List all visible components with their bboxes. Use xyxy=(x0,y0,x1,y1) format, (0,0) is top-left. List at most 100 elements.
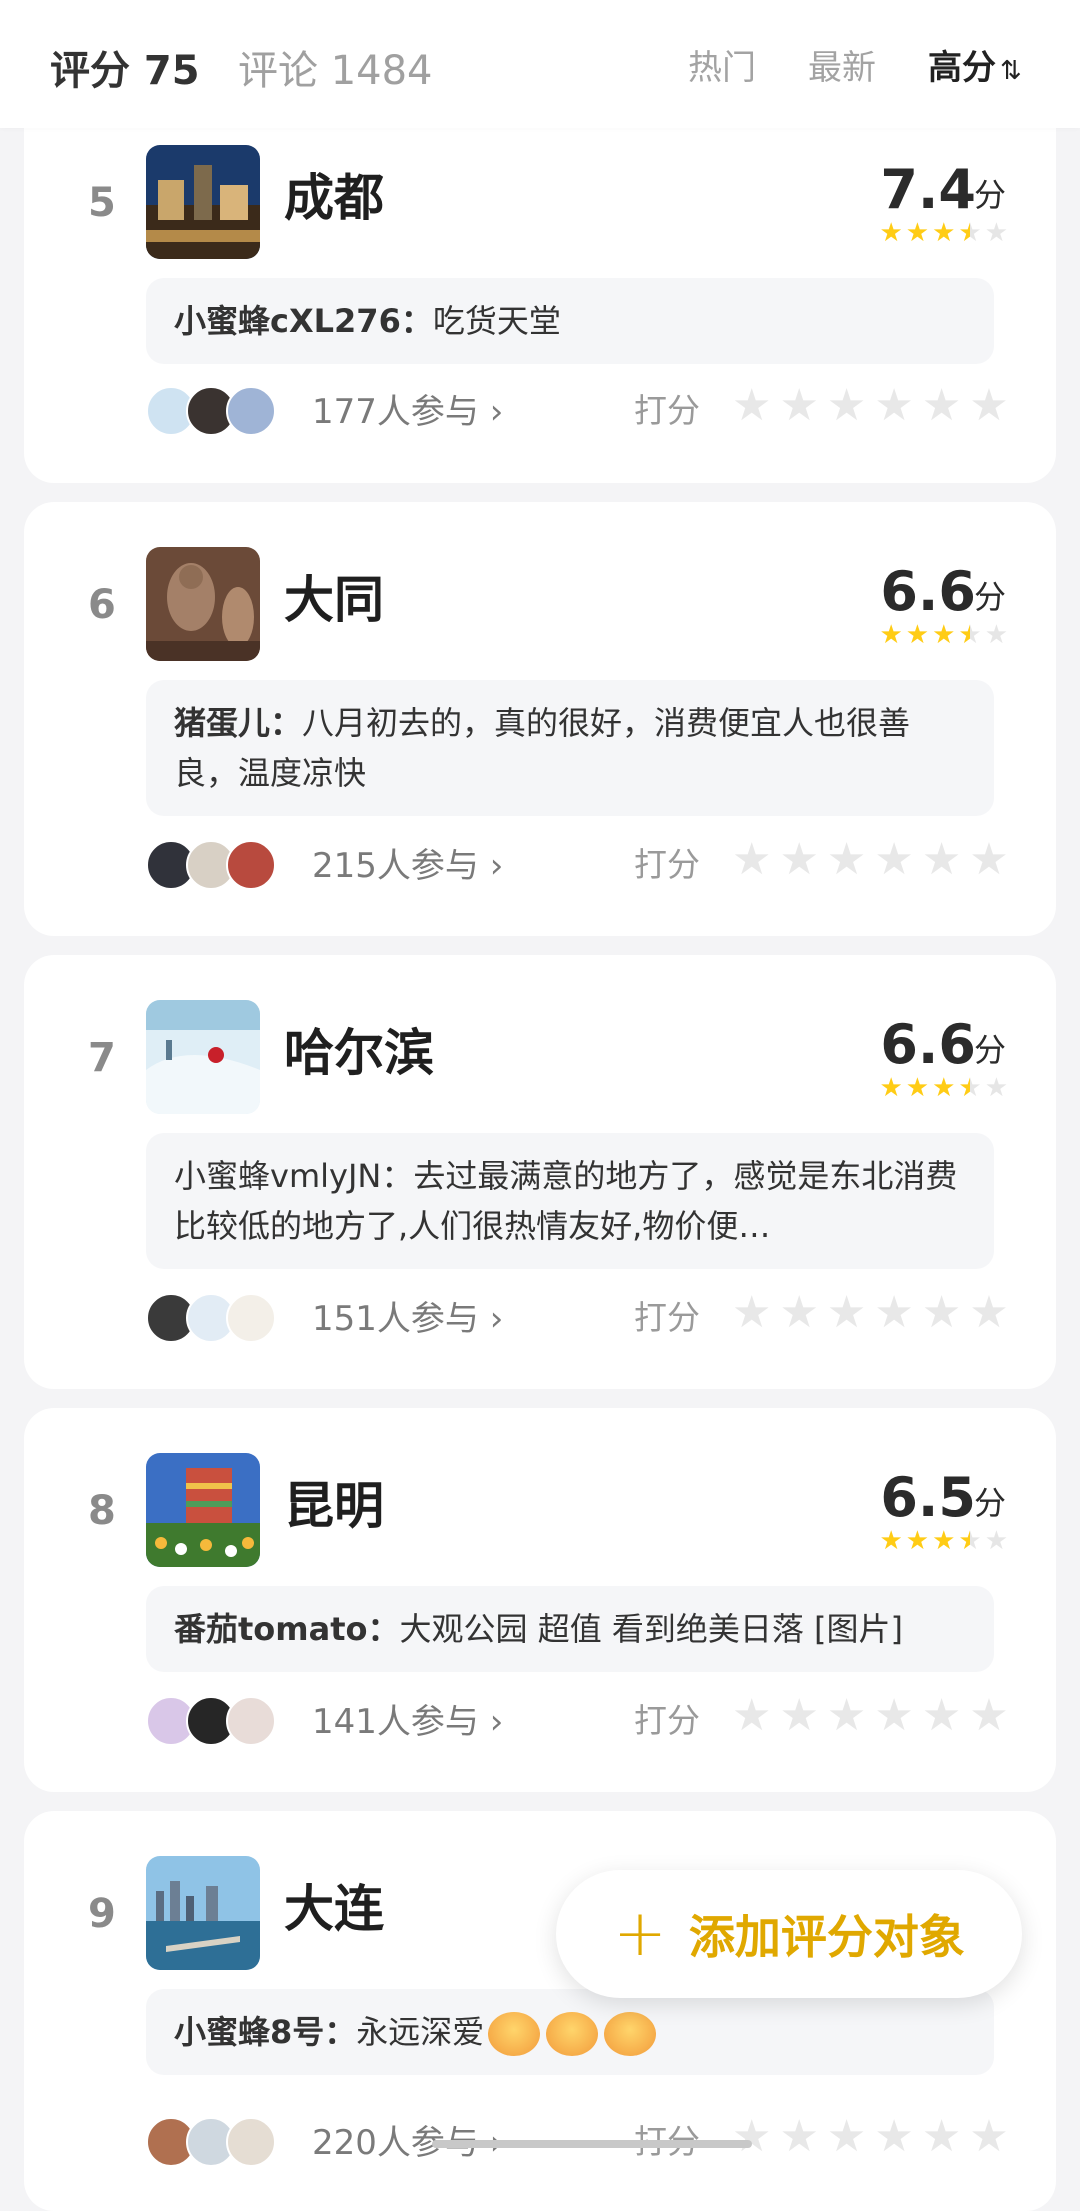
city-name: 成都 xyxy=(284,169,384,227)
rate-star-icon[interactable]: ★ xyxy=(779,380,818,432)
sort-new-tab[interactable]: 最新 xyxy=(808,40,876,89)
rank-card-harbin[interactable]: 7 哈尔滨 6.6 分 ★ ★ ★ ★ ★ 小蜜蜂vmlyJN：去过最满意的地方了，感觉… xyxy=(24,955,1056,1389)
rate-star-icon[interactable]: ★ xyxy=(969,2111,1008,2163)
sort-high-tab[interactable]: 高分 ⇅ xyxy=(928,40,1022,89)
comment-count[interactable]: 评论 1484 xyxy=(238,38,433,96)
rate-star-icon[interactable]: ★ xyxy=(827,380,866,432)
star-icon: ★ xyxy=(905,218,930,248)
rate-star-icon[interactable]: ★ xyxy=(969,1287,1008,1339)
card-footer: 151人参与 › 打分 ★ ★ ★ ★ ★ ★ xyxy=(146,1287,1016,1347)
rate-star-icon[interactable]: ★ xyxy=(779,1690,818,1742)
star-icon: ★ xyxy=(932,218,956,248)
top-comment[interactable]: 猪蛋儿：八月初去的，真的很好，消费便宜人也很善良，温度凉快 xyxy=(146,680,994,816)
participant-avatars[interactable] xyxy=(146,1293,276,1343)
participant-avatars[interactable] xyxy=(146,386,276,436)
comment-text: 永远深爱 xyxy=(356,2013,485,2051)
rate-star-input[interactable]: ★ ★ ★ ★ ★ ★ xyxy=(732,834,1009,886)
city-thumbnail xyxy=(146,1856,260,1970)
rate-star-icon[interactable]: ★ xyxy=(779,834,818,886)
avatar xyxy=(226,386,276,436)
rate-label: 打分 xyxy=(634,1298,700,1337)
rate-star-icon[interactable]: ★ xyxy=(779,1287,818,1339)
rate-star-input[interactable]: ★ ★ ★ ★ ★ ★ xyxy=(732,2111,1009,2163)
top-comment[interactable]: 小蜜蜂vmlyJN：去过最满意的地方了，感觉是东北消费比较低的地方了,人们很热情… xyxy=(146,1133,994,1269)
sort-order-icon: ⇅ xyxy=(1000,56,1022,86)
rate-star-icon[interactable]: ★ xyxy=(827,834,866,886)
rating-stars: ★ ★ ★ ★ ★ xyxy=(879,220,1008,246)
sort-hot-tab[interactable]: 热门 xyxy=(688,40,756,89)
rating-stars: ★ ★ ★ ★ ★ xyxy=(879,1075,1008,1101)
participant-count-link[interactable]: 215人参与 › xyxy=(312,838,503,887)
city-thumbnail xyxy=(146,145,260,259)
score-value: 6.6 xyxy=(880,560,976,623)
rate-star-icon[interactable]: ★ xyxy=(732,1287,771,1339)
rate-star-icon[interactable]: ★ xyxy=(922,1287,961,1339)
participant-avatars[interactable] xyxy=(146,2117,276,2167)
rate-star-icon[interactable]: ★ xyxy=(969,1690,1008,1742)
participant-count-link[interactable]: 151人参与 › xyxy=(312,1291,503,1340)
rate-star-icon[interactable]: ★ xyxy=(874,1690,913,1742)
rate-star-icon[interactable]: ★ xyxy=(922,2111,961,2163)
rate-star-input[interactable]: ★ ★ ★ ★ ★ ★ xyxy=(732,380,1009,432)
rate-label: 打分 xyxy=(634,845,700,884)
rank-card-chengdu[interactable]: 5 成都 7.4 分 ★ ★ ★ ★ ★ 小蜜蜂cXL276：吃货天堂 177人参与 ›… xyxy=(24,90,1056,483)
score-value: 6.5 xyxy=(880,1466,976,1529)
rate-star-input[interactable]: ★ ★ ★ ★ ★ ★ xyxy=(732,1690,1009,1742)
comment-author: 小蜜蜂vmlyJN： xyxy=(174,1157,414,1195)
star-icon: ★ xyxy=(905,1526,930,1556)
rate-star-icon[interactable]: ★ xyxy=(874,380,913,432)
participant-count-link[interactable]: 141人参与 › xyxy=(312,1694,503,1743)
rate-star-input[interactable]: ★ ★ ★ ★ ★ ★ xyxy=(732,1287,1009,1339)
rate-label: 打分 xyxy=(634,1701,700,1740)
city-name: 哈尔滨 xyxy=(284,1024,434,1082)
city-name: 昆明 xyxy=(284,1477,384,1535)
participant-avatars[interactable] xyxy=(146,1696,276,1746)
rate-star-icon[interactable]: ★ xyxy=(827,1690,866,1742)
star-icon: ★ xyxy=(879,1073,903,1103)
rate-star-icon[interactable]: ★ xyxy=(969,834,1008,886)
card-footer: 215人参与 › 打分 ★ ★ ★ ★ ★ ★ xyxy=(146,834,1016,894)
comment-author: 番茄tomato： xyxy=(174,1610,400,1648)
star-icon: ★ xyxy=(932,620,956,650)
top-comment[interactable]: 小蜜蜂cXL276：吃货天堂 xyxy=(146,278,994,364)
score-unit: 分 xyxy=(973,1031,1006,1069)
city-thumbnail xyxy=(146,547,260,661)
rate-star-icon[interactable]: ★ xyxy=(779,2111,818,2163)
rate-star-icon[interactable]: ★ xyxy=(922,380,961,432)
rate-star-icon[interactable]: ★ xyxy=(732,380,771,432)
rate-star-icon[interactable]: ★ xyxy=(732,834,771,886)
empty-star-icon: ★ xyxy=(984,1526,1008,1556)
participant-avatars[interactable] xyxy=(146,840,276,890)
half-star-icon: ★ xyxy=(958,1526,982,1556)
comment-author: 小蜜蜂8号： xyxy=(174,2013,357,2051)
rate-star-icon[interactable]: ★ xyxy=(827,2111,866,2163)
top-comment[interactable]: 小蜜蜂8号：永远深爱 xyxy=(146,1989,994,2075)
star-icon: ★ xyxy=(905,620,930,650)
avatar xyxy=(226,1293,276,1343)
avatar xyxy=(226,1696,276,1746)
star-icon: ★ xyxy=(905,1073,930,1103)
rate-star-icon[interactable]: ★ xyxy=(874,834,913,886)
rate-star-icon[interactable]: ★ xyxy=(922,834,961,886)
rate-star-icon[interactable]: ★ xyxy=(874,1287,913,1339)
rate-star-icon[interactable]: ★ xyxy=(922,1690,961,1742)
rate-star-icon[interactable]: ★ xyxy=(732,1690,771,1742)
participant-count-link[interactable]: 177人参与 › xyxy=(312,384,503,433)
rate-star-icon[interactable]: ★ xyxy=(874,2111,913,2163)
top-comment[interactable]: 番茄tomato：大观公园 超值 看到绝美日落 [图片] xyxy=(146,1586,994,1672)
rank-number: 8 xyxy=(88,1488,116,1534)
comment-text: 大观公园 超值 看到绝美日落 [图片] xyxy=(399,1610,904,1648)
add-rating-object-button[interactable]: + 添加评分对象 xyxy=(556,1870,1022,1998)
empty-star-icon: ★ xyxy=(984,620,1008,650)
rank-card-kunming[interactable]: 8 昆明 6.5 分 ★ ★ ★ ★ ★ 番茄tomato：大观公园 超值 看到绝美日落… xyxy=(24,1408,1056,1792)
half-star-icon: ★ xyxy=(958,218,982,248)
rate-star-icon[interactable]: ★ xyxy=(969,380,1008,432)
rate-star-icon[interactable]: ★ xyxy=(827,1287,866,1339)
rank-number: 7 xyxy=(88,1035,116,1081)
comment-text: 吃货天堂 xyxy=(432,302,561,340)
emoji-icon xyxy=(604,2012,657,2056)
rate-star-icon[interactable]: ★ xyxy=(732,2111,771,2163)
score-count[interactable]: 评分 75 xyxy=(50,38,200,96)
rank-card-datong[interactable]: 6 大同 6.6 分 ★ ★ ★ ★ ★ 猪蛋儿：八月初去的，真的很好，消费便宜人也很善… xyxy=(24,502,1056,936)
score-value: 7.4 xyxy=(880,158,976,221)
